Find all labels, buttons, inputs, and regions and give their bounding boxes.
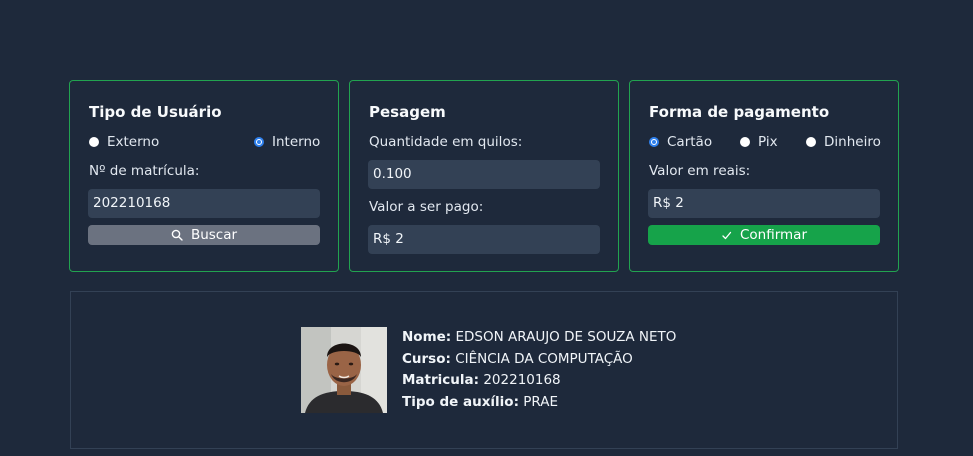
payment-card: Forma de pagamento Cartão Pix Dinheiro V…	[629, 80, 899, 272]
student-course-value: CIÊNCIA DA COMPUTAÇÃO	[455, 350, 633, 367]
student-info-panel: Nome: EDSON ARAUJO DE SOUZA NETO Curso: …	[70, 291, 898, 449]
radio-interno[interactable]: Interno	[254, 134, 320, 150]
student-name-value: EDSON ARAUJO DE SOUZA NETO	[455, 329, 677, 345]
student-registration-row: Matricula: 202210168	[402, 370, 676, 392]
user-type-card: Tipo de Usuário Externo Interno Nº de ma…	[69, 80, 339, 272]
student-aid-label: Tipo de auxílio:	[402, 393, 519, 410]
student-name-row: Nome: EDSON ARAUJO DE SOUZA NETO	[402, 327, 676, 349]
student-photo	[301, 327, 387, 413]
student-registration-label: Matricula:	[402, 372, 480, 388]
buscar-button[interactable]: Buscar	[88, 225, 320, 245]
valor-reais-field: R$ 2	[648, 189, 880, 218]
radio-interno-label: Interno	[272, 134, 321, 150]
matricula-label: Nº de matrícula:	[89, 163, 200, 179]
valor-reais-label: Valor em reais:	[649, 163, 751, 179]
radio-externo-label: Externo	[107, 134, 160, 150]
student-course-label: Curso:	[402, 350, 451, 367]
search-icon	[171, 229, 183, 241]
student-course-row: Curso: CIÊNCIA DA COMPUTAÇÃO	[402, 349, 676, 371]
student-registration-value: 202210168	[483, 372, 561, 388]
radio-pix[interactable]: Pix	[740, 134, 778, 150]
radio-externo[interactable]: Externo	[89, 134, 159, 150]
radio-dinheiro-label: Dinheiro	[824, 134, 881, 150]
radio-externo-circle[interactable]	[89, 137, 99, 147]
student-name-label: Nome:	[402, 329, 452, 345]
radio-pix-label: Pix	[758, 134, 778, 150]
matricula-input[interactable]: 202210168	[88, 189, 320, 218]
quantidade-label: Quantidade em quilos:	[369, 134, 523, 150]
valor-pago-label: Valor a ser pago:	[369, 199, 484, 215]
weighing-card: Pesagem Quantidade em quilos: 0.100 Valo…	[349, 80, 619, 272]
buscar-button-label: Buscar	[190, 227, 238, 243]
weighing-title: Pesagem	[369, 103, 446, 121]
confirmar-button-label: Confirmar	[739, 227, 808, 243]
quantidade-input[interactable]: 0.100	[368, 160, 600, 189]
student-aid-value: PRAE	[523, 393, 559, 410]
radio-cartao[interactable]: Cartão	[649, 134, 712, 150]
radio-dinheiro[interactable]: Dinheiro	[806, 134, 881, 150]
payment-title: Forma de pagamento	[649, 103, 830, 121]
student-aid-row: Tipo de auxílio: PRAE	[402, 392, 676, 414]
student-details: Nome: EDSON ARAUJO DE SOUZA NETO Curso: …	[402, 327, 676, 413]
radio-interno-circle[interactable]	[254, 137, 264, 147]
radio-cartao-circle[interactable]	[649, 137, 659, 147]
confirmar-button[interactable]: Confirmar	[648, 225, 880, 245]
user-type-title: Tipo de Usuário	[89, 103, 222, 121]
radio-dinheiro-circle[interactable]	[806, 137, 816, 147]
radio-pix-circle[interactable]	[740, 137, 750, 147]
valor-pago-field: R$ 2	[368, 225, 600, 254]
radio-cartao-label: Cartão	[667, 134, 713, 150]
check-icon	[721, 230, 732, 241]
